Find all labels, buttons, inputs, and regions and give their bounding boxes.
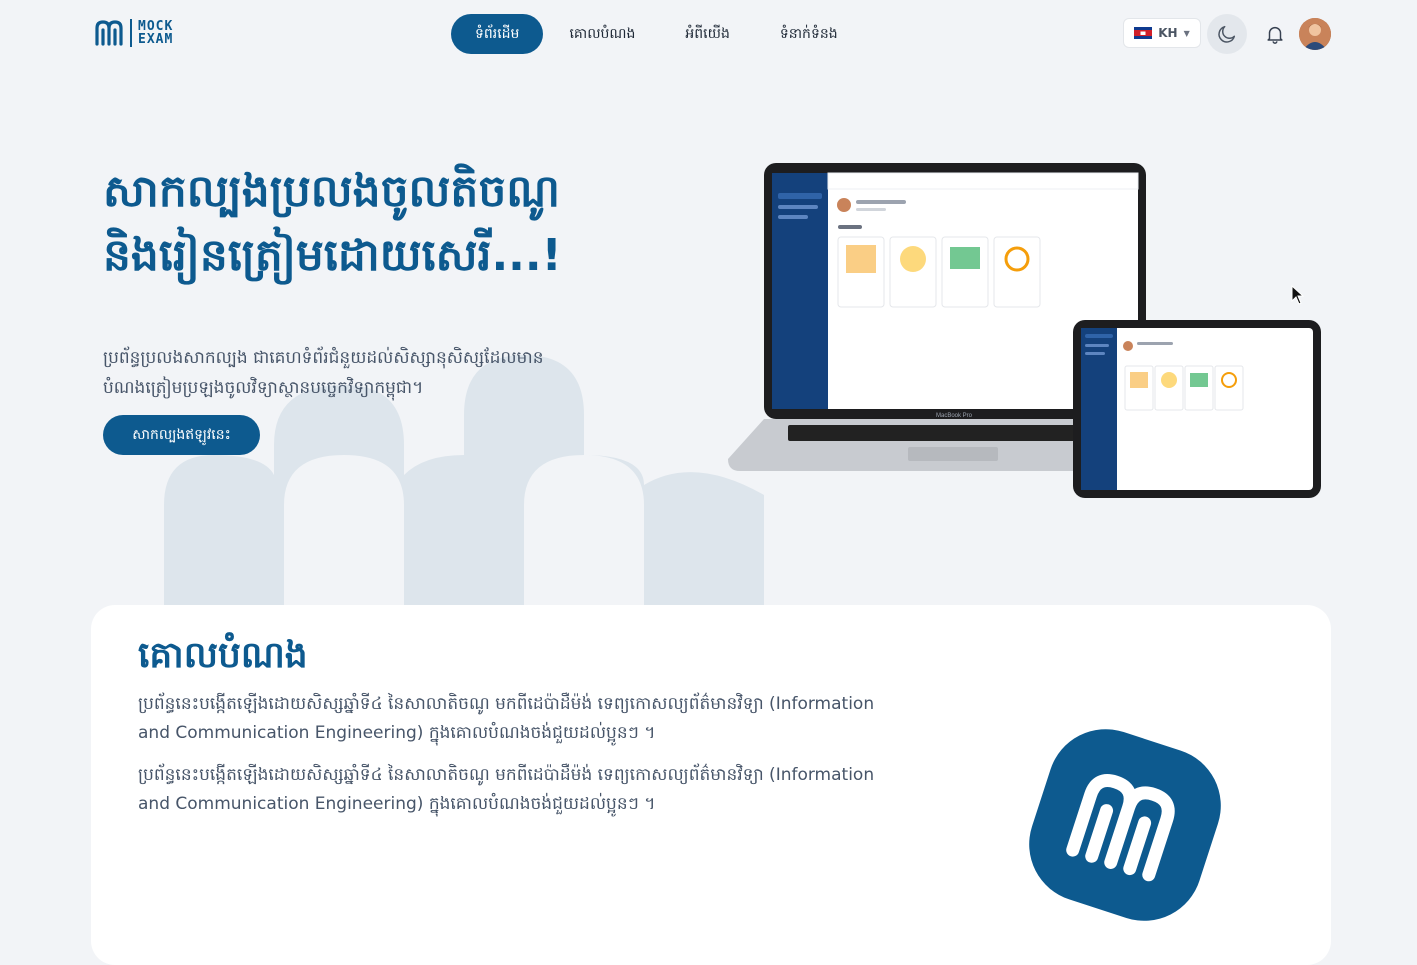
logo-wordmark: MOCK EXAM: [138, 20, 173, 46]
goal-paragraph-1: ប្រព័ន្ធនេះបង្កើតឡើងដោយសិស្សឆ្នាំទី៤ នៃស…: [138, 694, 875, 743]
nav-goal[interactable]: គោលបំណង: [545, 14, 659, 54]
logo-line-2: EXAM: [138, 32, 174, 47]
chevron-down-icon: ▼: [1183, 28, 1190, 38]
moon-icon: [1218, 25, 1236, 43]
nav-about[interactable]: អំពីយើង: [661, 14, 753, 54]
language-code: KH: [1158, 26, 1178, 40]
laptop-label: MacBook Pro: [936, 413, 973, 419]
cambodia-flag-icon: [1134, 27, 1153, 39]
tablet-mockup: [1073, 320, 1321, 498]
language-selector[interactable]: KH ▼: [1123, 18, 1201, 48]
logo-divider: [130, 19, 132, 47]
mock-exam-logo-icon: [95, 20, 123, 46]
avatar[interactable]: [1299, 18, 1331, 50]
user-photo-icon: [1299, 18, 1331, 50]
main-nav: ទំព័រដើម គោលបំណង អំពីយើង ទំនាក់ទំនង: [451, 14, 864, 54]
notification-button[interactable]: [1264, 23, 1286, 49]
nav-home[interactable]: ទំព័រដើម: [451, 14, 544, 54]
goal-paragraph-2: ប្រព័ន្ធនេះបង្កើតឡើងដោយសិស្សឆ្នាំទី៤ នៃស…: [138, 765, 875, 814]
hero-title: សាកល្បងប្រលងចូលតិចណូនិងរៀនត្រៀមដោយសេរី..…: [103, 166, 562, 281]
logo[interactable]: MOCK EXAM: [94, 18, 173, 48]
goal-title: គោលបំណង: [138, 635, 308, 676]
brand-logo-icon: [1029, 729, 1221, 921]
nav-contact[interactable]: ទំនាក់ទំនង: [756, 14, 862, 54]
dark-mode-toggle[interactable]: [1207, 14, 1247, 54]
mouse-cursor-icon: [1291, 285, 1305, 305]
bell-icon: [1267, 26, 1283, 44]
try-now-button[interactable]: សាកល្បងឥឡូវនេះ: [103, 415, 260, 455]
hero-description: ប្រព័ន្ធប្រលងសាកល្បង ជាគេហទំព័រជំនួយដល់ស…: [103, 348, 544, 398]
